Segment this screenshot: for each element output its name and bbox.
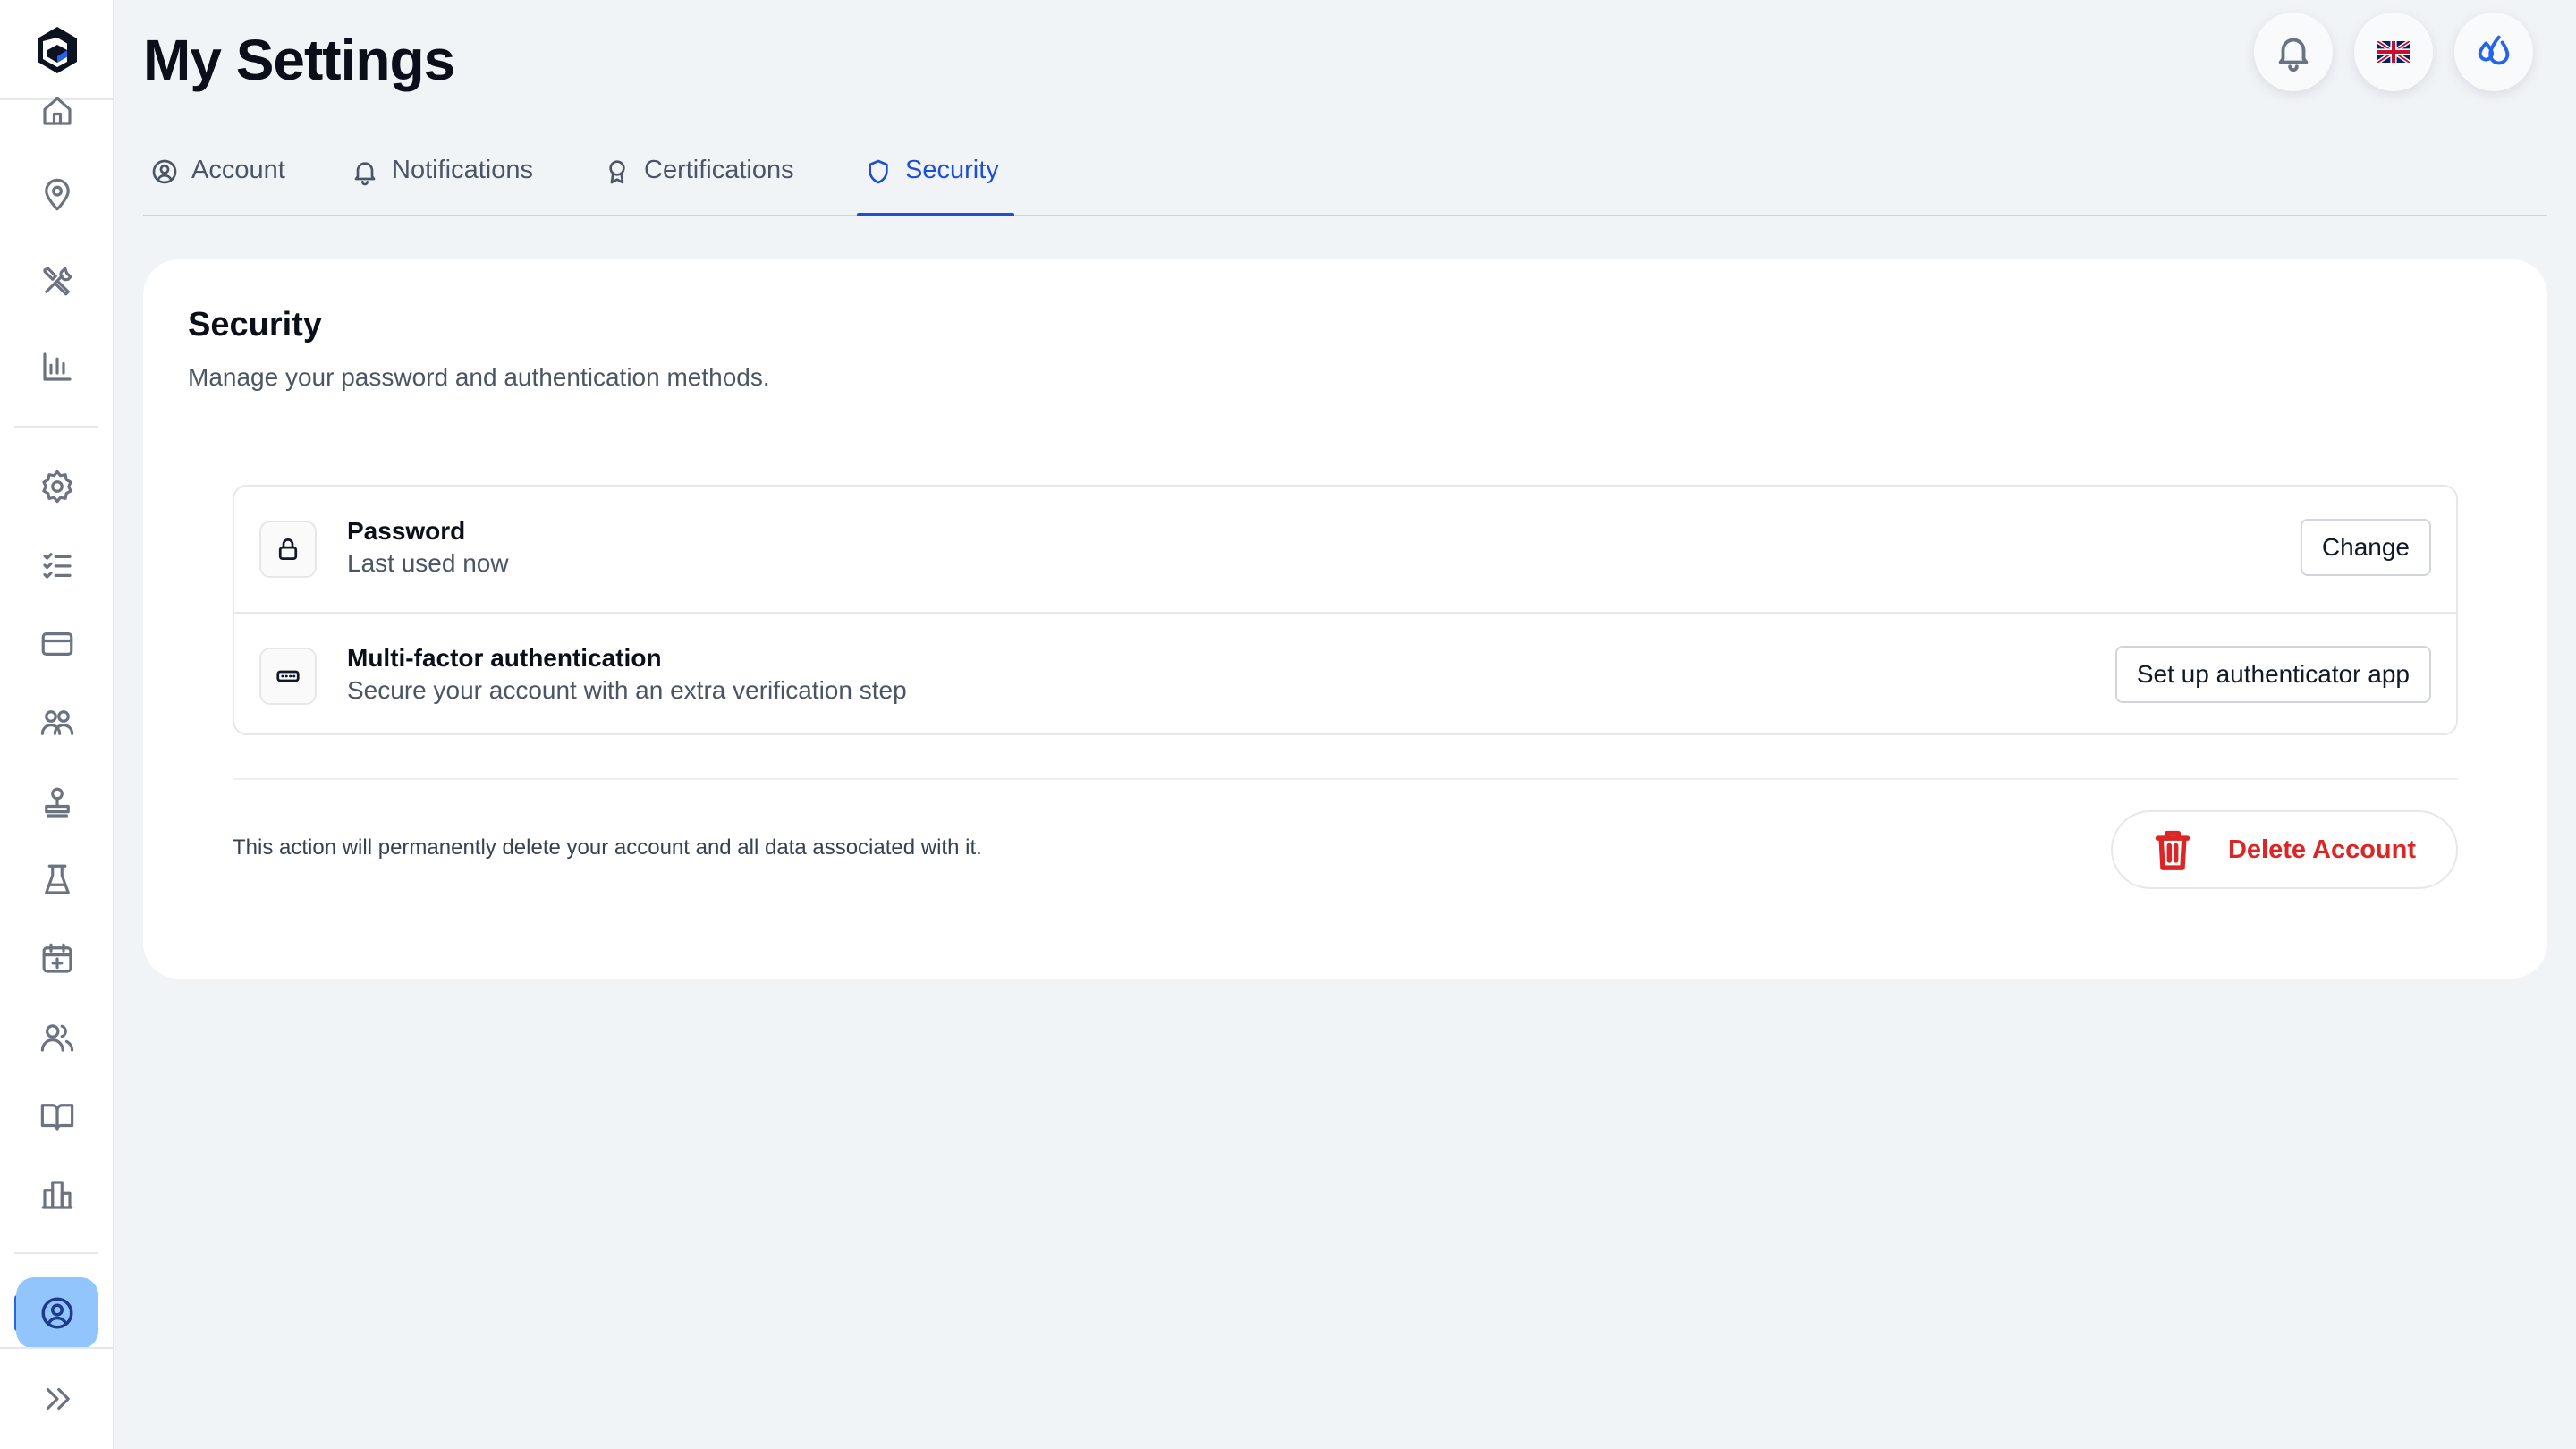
language-button[interactable]: [2354, 13, 2433, 91]
sidebar-bottom-divider: [0, 1347, 114, 1349]
page-title: My Settings: [143, 28, 455, 92]
tab-label: Security: [905, 156, 999, 184]
password-row: Password Last used now Change: [234, 487, 2456, 612]
auth-methods-list: Password Last used now Change Multi-fact…: [233, 485, 2458, 735]
lock-icon: [259, 521, 317, 578]
sidebar-item-billing[interactable]: [34, 621, 80, 667]
settings-icon: [42, 470, 72, 504]
home-icon: [43, 97, 72, 125]
checklist-icon: [43, 553, 72, 579]
danger-zone-divider: [233, 778, 2458, 780]
mfa-description: Secure your account with an extra verifi…: [347, 676, 907, 704]
sidebar-item-tools[interactable]: [34, 258, 80, 304]
mfa-title: Multi-factor authentication: [347, 644, 662, 672]
flask-icon: [45, 864, 70, 894]
setup-authenticator-button[interactable]: Set up authenticator app: [2114, 646, 2431, 703]
bar-chart-icon: [43, 352, 72, 381]
brand-button[interactable]: [2454, 13, 2533, 91]
sidebar-item-groups[interactable]: [34, 699, 80, 746]
sidebar-item-approvals[interactable]: [34, 780, 80, 826]
user-circle-icon: [41, 1297, 73, 1329]
app-logo-icon[interactable]: [32, 23, 82, 77]
water-drop-icon: [2478, 35, 2510, 65]
section-subtitle: Manage your password and authentication …: [188, 363, 770, 391]
delete-account-label: Delete Account: [2227, 835, 2417, 864]
sidebar-item-organization[interactable]: [34, 1172, 80, 1218]
change-password-button[interactable]: Change: [2300, 519, 2431, 576]
tab-account[interactable]: Account: [150, 156, 285, 216]
users-icon: [40, 710, 74, 735]
sidebar-divider: [14, 426, 98, 428]
password-title: Password: [347, 517, 466, 545]
building-icon: [41, 1181, 73, 1209]
notifications-button[interactable]: [2254, 13, 2333, 91]
calendar-plus-icon: [42, 943, 72, 973]
active-tab-indicator: [857, 213, 1014, 216]
tab-certifications[interactable]: Certifications: [603, 156, 794, 216]
sidebar-item-library[interactable]: [34, 1093, 80, 1140]
chevrons-right-icon: [46, 1387, 70, 1411]
sidebar-item-reports[interactable]: [34, 343, 80, 390]
tab-security[interactable]: Security: [864, 156, 999, 216]
sidebar-item-locations[interactable]: [34, 172, 80, 218]
sidebar-item-settings[interactable]: [34, 463, 80, 510]
map-pin-icon: [45, 178, 70, 211]
sidebar-item-labs[interactable]: [34, 857, 80, 903]
book-open-icon: [40, 1104, 74, 1131]
delete-account-button[interactable]: Delete Account: [2111, 810, 2458, 889]
tab-notifications[interactable]: Notifications: [351, 156, 533, 216]
trash-icon: [2155, 830, 2190, 870]
shield-icon: [869, 159, 888, 184]
tools-icon: [43, 267, 72, 296]
sidebar-divider: [14, 1252, 98, 1254]
sidebar-expand-button[interactable]: [34, 1376, 80, 1422]
sidebar-item-checklists[interactable]: [34, 542, 80, 589]
delete-warning-text: This action will permanently delete your…: [233, 835, 982, 860]
mfa-row: Multi-factor authentication Secure your …: [234, 612, 2456, 737]
team-icon: [40, 1024, 74, 1052]
sidebar-item-schedule[interactable]: [34, 936, 80, 982]
tab-label: Notifications: [392, 156, 533, 184]
stamp-icon: [45, 787, 70, 818]
credit-card-icon: [41, 632, 73, 656]
award-icon: [609, 160, 625, 184]
uk-flag-icon: [2377, 41, 2410, 63]
tab-label: Account: [191, 156, 285, 184]
security-card: Security Manage your password and authen…: [143, 259, 2547, 979]
sidebar-item-my-settings[interactable]: [16, 1277, 98, 1349]
sidebar: [0, 0, 114, 1449]
sidebar-item-home[interactable]: [34, 88, 80, 134]
bell-icon: [354, 162, 376, 186]
password-last-used: Last used now: [347, 549, 509, 577]
settings-tabs: Account Notifications Certifications Sec…: [143, 143, 2547, 216]
keypad-icon: [259, 648, 317, 705]
section-title: Security: [188, 306, 322, 343]
tab-label: Certifications: [644, 156, 794, 184]
sidebar-item-team[interactable]: [34, 1014, 80, 1061]
user-circle-icon: [152, 159, 177, 184]
bell-icon: [2278, 38, 2309, 72]
